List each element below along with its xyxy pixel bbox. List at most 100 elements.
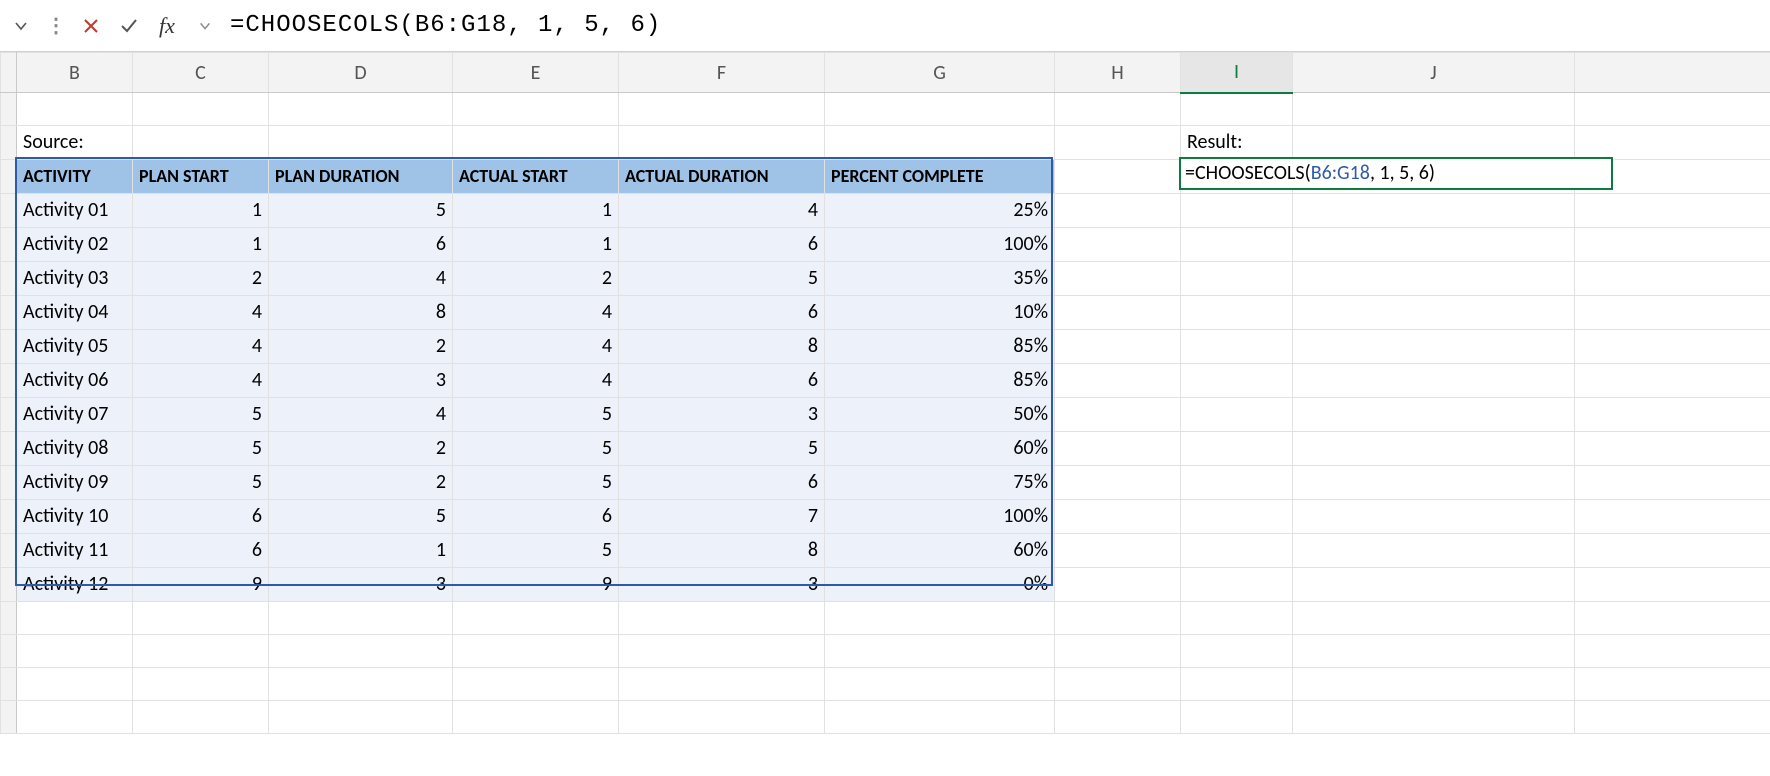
cell[interactable]: [133, 701, 269, 734]
row-header[interactable]: [1, 568, 17, 602]
cell[interactable]: [453, 635, 619, 668]
name-box-dropdown[interactable]: [6, 11, 36, 41]
cell[interactable]: [1575, 668, 1770, 701]
cell[interactable]: [1575, 228, 1770, 262]
plan-start-cell[interactable]: 6: [133, 534, 269, 568]
cell[interactable]: [269, 635, 453, 668]
cell[interactable]: [453, 701, 619, 734]
cell[interactable]: [1181, 668, 1293, 701]
cell[interactable]: [1055, 93, 1181, 126]
percent-complete-cell[interactable]: 100%: [825, 500, 1055, 534]
col-header-K[interactable]: [1575, 53, 1770, 93]
cell[interactable]: [1181, 568, 1293, 602]
col-header-F[interactable]: F: [619, 53, 825, 93]
cell[interactable]: [1055, 432, 1181, 466]
plan-duration-cell[interactable]: 2: [269, 466, 453, 500]
col-header-J[interactable]: J: [1293, 53, 1575, 93]
row-header[interactable]: [1, 93, 17, 126]
cell[interactable]: [1181, 364, 1293, 398]
cell[interactable]: [1575, 194, 1770, 228]
cell[interactable]: [1181, 534, 1293, 568]
cell[interactable]: [1575, 432, 1770, 466]
plan-duration-cell[interactable]: 1: [269, 534, 453, 568]
row-header[interactable]: [1, 296, 17, 330]
cell[interactable]: [1293, 466, 1575, 500]
cell[interactable]: [1055, 126, 1181, 160]
cell[interactable]: [1293, 701, 1575, 734]
cell[interactable]: [1293, 228, 1575, 262]
spreadsheet-grid[interactable]: B C D E F G H I J Source:Result:ACTIVITY…: [0, 52, 1770, 776]
cell[interactable]: [1575, 568, 1770, 602]
row-header[interactable]: [1, 602, 17, 635]
col-header-B[interactable]: B: [17, 53, 133, 93]
cell[interactable]: [269, 93, 453, 126]
cell[interactable]: [269, 602, 453, 635]
cell[interactable]: [1181, 602, 1293, 635]
cell[interactable]: [1055, 262, 1181, 296]
cell[interactable]: [825, 93, 1055, 126]
cell[interactable]: [1293, 330, 1575, 364]
cell[interactable]: [1293, 602, 1575, 635]
actual-start-cell[interactable]: 6: [453, 500, 619, 534]
cell[interactable]: [17, 93, 133, 126]
col-header-D[interactable]: D: [269, 53, 453, 93]
plan-start-cell[interactable]: 4: [133, 296, 269, 330]
col-header-G[interactable]: G: [825, 53, 1055, 93]
actual-duration-cell[interactable]: 8: [619, 330, 825, 364]
activity-cell[interactable]: Activity 03: [17, 262, 133, 296]
cell[interactable]: [453, 668, 619, 701]
cell[interactable]: [1575, 398, 1770, 432]
activity-cell[interactable]: Activity 10: [17, 500, 133, 534]
cell[interactable]: [1293, 500, 1575, 534]
actual-start-cell[interactable]: 5: [453, 534, 619, 568]
cell[interactable]: [1181, 701, 1293, 734]
plan-duration-cell[interactable]: 8: [269, 296, 453, 330]
actual-duration-cell[interactable]: 3: [619, 398, 825, 432]
cell[interactable]: [1575, 296, 1770, 330]
cell[interactable]: [1181, 398, 1293, 432]
cell[interactable]: [1293, 126, 1575, 160]
cell[interactable]: [619, 602, 825, 635]
actual-duration-cell[interactable]: 3: [619, 568, 825, 602]
cell[interactable]: [619, 126, 825, 160]
plan-start-cell[interactable]: 4: [133, 364, 269, 398]
actual-start-cell[interactable]: 9: [453, 568, 619, 602]
row-header[interactable]: [1, 432, 17, 466]
col-header-H[interactable]: H: [1055, 53, 1181, 93]
cell[interactable]: [1575, 602, 1770, 635]
actual-start-cell[interactable]: 2: [453, 262, 619, 296]
cell[interactable]: [1055, 364, 1181, 398]
plan-duration-cell[interactable]: 3: [269, 568, 453, 602]
plan-start-cell[interactable]: 9: [133, 568, 269, 602]
cell[interactable]: [1181, 262, 1293, 296]
cell[interactable]: [1293, 668, 1575, 701]
cell[interactable]: [1055, 500, 1181, 534]
row-header[interactable]: [1, 228, 17, 262]
row-header[interactable]: [1, 364, 17, 398]
plan-duration-cell[interactable]: 6: [269, 228, 453, 262]
cell[interactable]: [1575, 466, 1770, 500]
plan-start-cell[interactable]: 2: [133, 262, 269, 296]
plan-start-cell[interactable]: 5: [133, 466, 269, 500]
cell[interactable]: [1575, 534, 1770, 568]
cell[interactable]: [1575, 500, 1770, 534]
percent-complete-cell[interactable]: 35%: [825, 262, 1055, 296]
cell[interactable]: [453, 126, 619, 160]
percent-complete-cell[interactable]: 10%: [825, 296, 1055, 330]
formula-bar-expand[interactable]: [190, 11, 220, 41]
actual-duration-cell[interactable]: 6: [619, 364, 825, 398]
actual-duration-cell[interactable]: 7: [619, 500, 825, 534]
cell[interactable]: [619, 668, 825, 701]
cell[interactable]: [17, 635, 133, 668]
row-header[interactable]: [1, 262, 17, 296]
select-all-corner[interactable]: [1, 53, 17, 93]
cell[interactable]: [133, 668, 269, 701]
row-header[interactable]: [1, 635, 17, 668]
cell[interactable]: [1055, 635, 1181, 668]
plan-duration-cell[interactable]: 4: [269, 398, 453, 432]
formula-input[interactable]: [228, 11, 1764, 40]
cell[interactable]: [1055, 602, 1181, 635]
cell[interactable]: [1293, 194, 1575, 228]
plan-start-cell[interactable]: 4: [133, 330, 269, 364]
cell[interactable]: [1055, 466, 1181, 500]
